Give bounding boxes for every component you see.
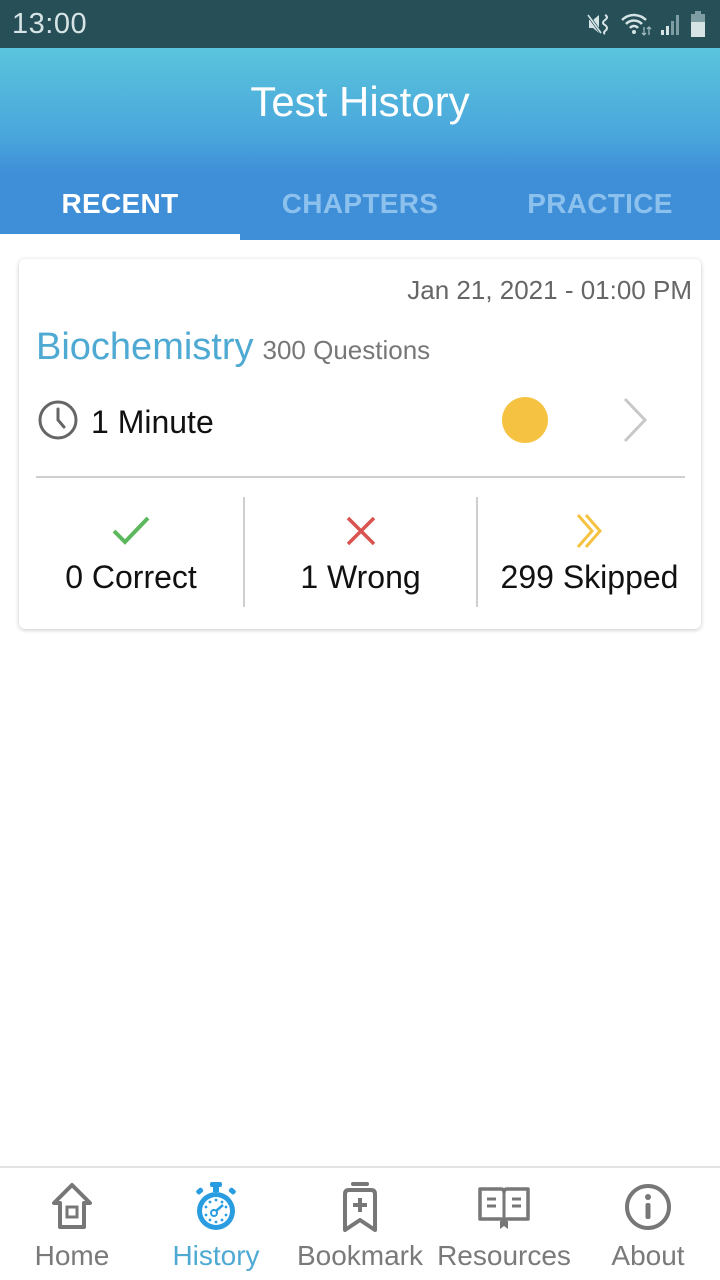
stat-correct: 0 Correct [19, 497, 243, 609]
tab-chapters[interactable]: CHAPTERS [240, 174, 480, 240]
test-history-card[interactable]: Jan 21, 2021 - 01:00 PM Biochemistry 300… [19, 259, 701, 629]
subject-name: Biochemistry [36, 326, 254, 368]
double-chevron-icon [574, 511, 606, 551]
checkmark-icon [111, 511, 151, 551]
nav-history[interactable]: History [144, 1168, 288, 1280]
chevron-right-icon[interactable] [620, 396, 650, 449]
page-title: Test History [250, 78, 470, 125]
nav-about[interactable]: About [576, 1168, 720, 1280]
stopwatch-icon [191, 1180, 241, 1234]
test-duration: 1 Minute [91, 404, 214, 440]
tab-practice[interactable]: PRACTICE [480, 174, 720, 240]
duration-row: 1 Minute [37, 399, 214, 446]
app-header: Test History RECENT CHAPTERS PRACTICE [0, 48, 720, 240]
battery-icon [690, 10, 706, 38]
signal-icon [660, 11, 682, 37]
tab-bar: RECENT CHAPTERS PRACTICE [0, 174, 720, 240]
nav-about-label: About [611, 1240, 685, 1271]
home-icon [48, 1180, 96, 1234]
card-divider [36, 476, 685, 478]
status-time: 13:00 [12, 7, 88, 40]
cross-icon [345, 511, 377, 551]
info-icon [623, 1180, 673, 1234]
tab-chapters-label: CHAPTERS [281, 188, 439, 219]
status-indicator-dot [502, 397, 548, 443]
status-bar: 13:00 [0, 0, 720, 48]
status-icons [586, 10, 706, 38]
clock-icon [37, 399, 79, 446]
bookmark-icon [340, 1180, 380, 1234]
nav-bookmark[interactable]: Bookmark [288, 1168, 432, 1280]
wrong-count: 1 Wrong [300, 559, 421, 595]
tab-practice-label: PRACTICE [527, 188, 673, 219]
correct-count: 0 Correct [65, 559, 197, 595]
nav-bookmark-label: Bookmark [296, 1240, 424, 1271]
nav-home-label: Home [34, 1240, 110, 1271]
book-icon [477, 1180, 531, 1234]
bottom-navigation: Home History Bookmark Resources About [0, 1166, 720, 1280]
nav-history-label: History [172, 1240, 260, 1271]
test-date: Jan 21, 2021 - 01:00 PM [407, 275, 692, 305]
stat-wrong: 1 Wrong [245, 497, 476, 609]
tab-recent-label: RECENT [61, 188, 179, 219]
active-tab-indicator [0, 234, 240, 240]
nav-home[interactable]: Home [0, 1168, 144, 1280]
stat-skipped: 299 Skipped [478, 497, 701, 609]
stats-row: 0 Correct 1 Wrong 299 Skipped [19, 497, 701, 609]
skipped-count: 299 Skipped [500, 559, 679, 595]
question-count: 300 Questions [262, 335, 431, 365]
nav-resources-label: Resources [437, 1240, 571, 1271]
nav-resources[interactable]: Resources [432, 1168, 576, 1280]
mute-vibrate-icon [586, 11, 612, 37]
test-subject-row: Biochemistry 300 Questions [36, 326, 430, 369]
tab-recent[interactable]: RECENT [0, 174, 240, 240]
wifi-icon [620, 11, 652, 37]
